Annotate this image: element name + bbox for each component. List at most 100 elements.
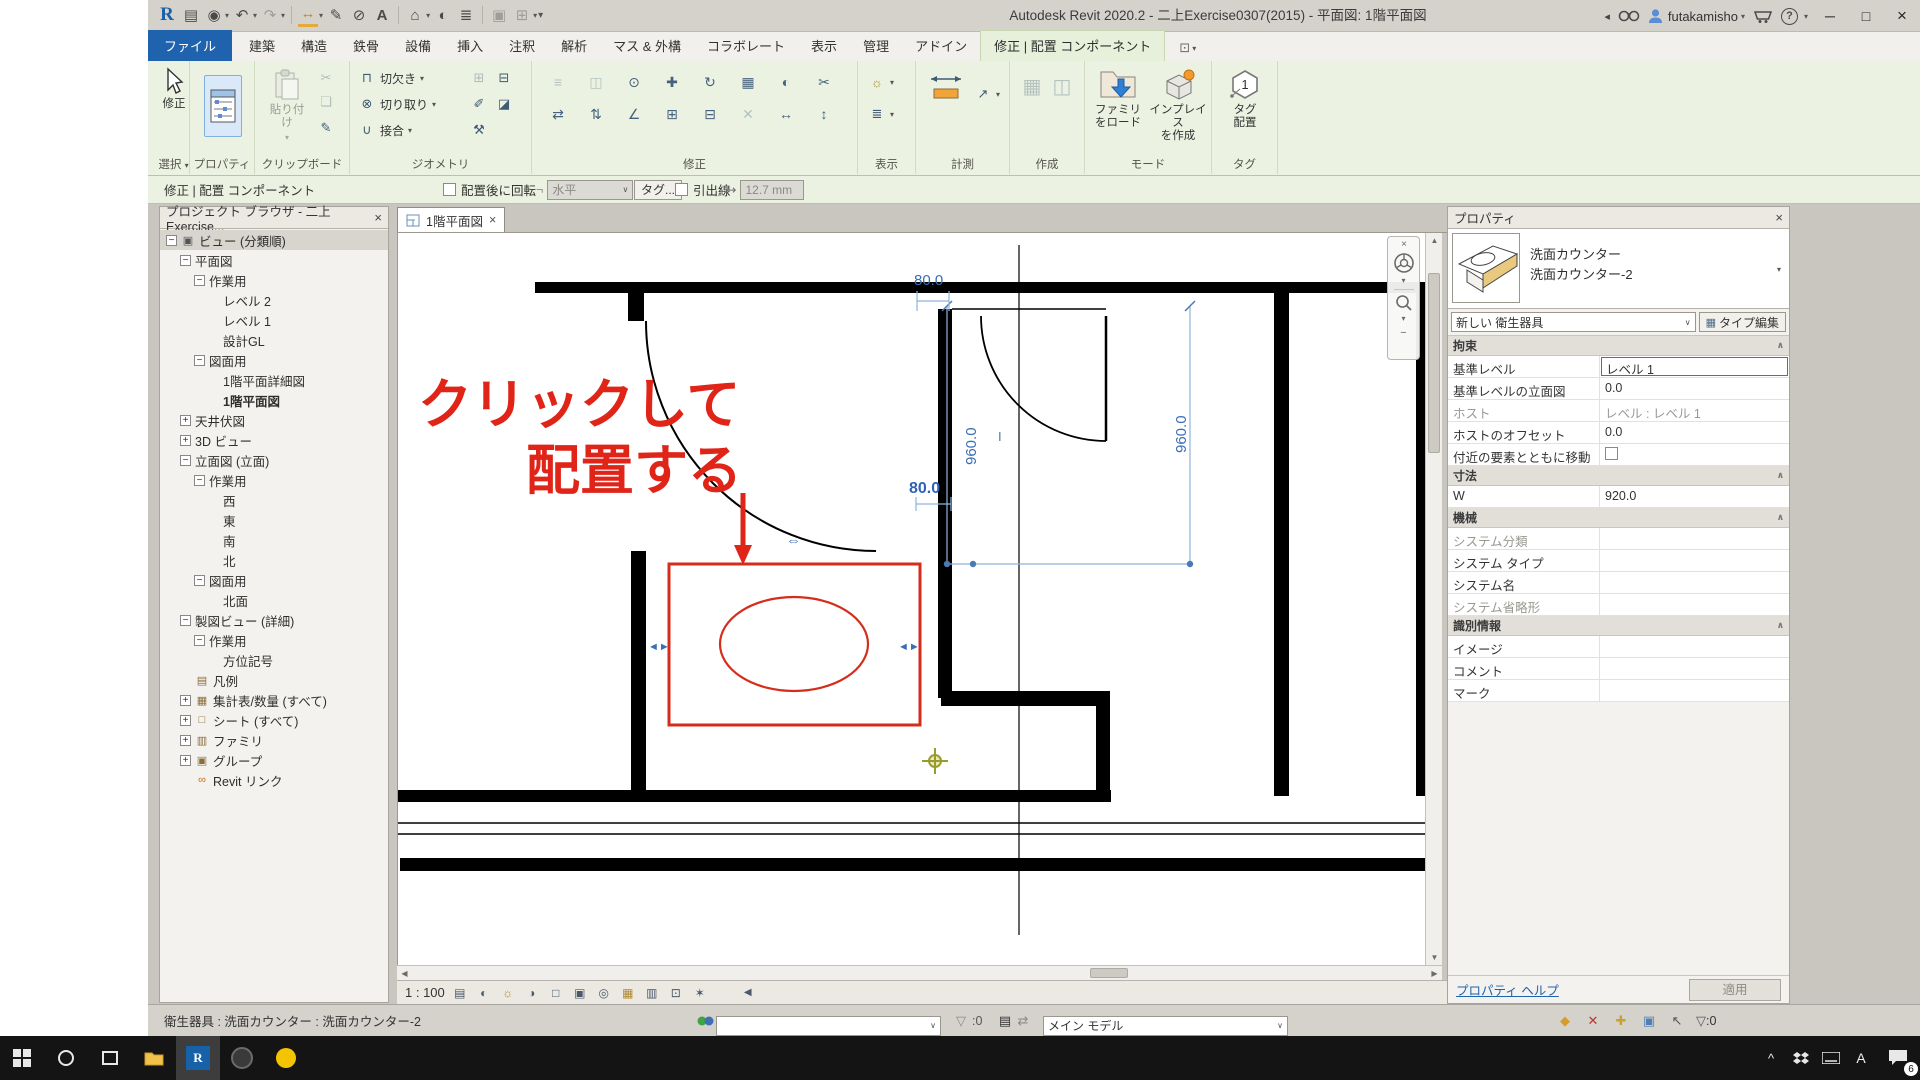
tree-item-working[interactable]: 作業用 bbox=[160, 270, 388, 290]
modify-tool-icon-cope[interactable]: ◫ bbox=[584, 71, 608, 93]
tree-item-legends[interactable]: ▤凡例 bbox=[160, 670, 388, 690]
beam-joins-icon[interactable]: ⊟ bbox=[495, 69, 513, 87]
vertical-scroll-thumb[interactable] bbox=[1428, 273, 1440, 453]
modify-tool-icon-pin[interactable]: ⊞ bbox=[660, 103, 684, 125]
tab-annotate[interactable]: 注釈 bbox=[496, 31, 548, 61]
level-input[interactable]: レベル 1 bbox=[1601, 357, 1788, 376]
modify-tool-icon-rotate[interactable]: ↻ bbox=[698, 71, 722, 93]
property-row[interactable]: 付近の要素とともに移動 bbox=[1448, 444, 1789, 466]
panel-select-label[interactable]: 選択 ▾ bbox=[158, 156, 189, 172]
dimension-caret-icon[interactable]: ▾ bbox=[319, 11, 323, 20]
property-row[interactable]: ホストレベル : レベル 1 bbox=[1448, 400, 1789, 422]
app-store-icon[interactable] bbox=[1753, 8, 1773, 24]
tree-item-sheets-use[interactable]: 図面用 bbox=[160, 350, 388, 370]
match-properties-icon[interactable]: ✎ bbox=[317, 119, 335, 137]
scroll-down-icon[interactable]: ▼ bbox=[1427, 950, 1442, 965]
text-icon[interactable]: A bbox=[372, 3, 392, 27]
tree-item-drafting-views[interactable]: 製図ビュー (詳細) bbox=[160, 610, 388, 630]
create-group-icon[interactable]: ▦ bbox=[1020, 75, 1044, 97]
collapse-toggle[interactable] bbox=[194, 355, 205, 366]
aligned-dimension-button[interactable] bbox=[924, 71, 968, 105]
undo-icon[interactable]: ↶ bbox=[232, 3, 252, 27]
design-option-combo[interactable]: メイン モデル ∨ bbox=[1043, 1016, 1288, 1036]
modify-tool-icon-mirror[interactable]: ◐ bbox=[774, 71, 798, 93]
property-row[interactable]: マーク bbox=[1448, 680, 1789, 702]
relinquish-icon[interactable]: ⇄ bbox=[1014, 1013, 1032, 1029]
account-menu[interactable]: futakamisho ▾ bbox=[1648, 8, 1745, 24]
steering-wheel-icon[interactable] bbox=[1393, 252, 1415, 274]
project-browser-close-icon[interactable]: × bbox=[374, 210, 382, 225]
property-row[interactable]: コメント bbox=[1448, 658, 1789, 680]
expand-toggle[interactable] bbox=[180, 695, 191, 706]
rotate-after-checkbox[interactable] bbox=[443, 183, 456, 196]
collapse-toggle[interactable] bbox=[166, 235, 177, 246]
select-by-face-toggle-icon[interactable]: ▣ bbox=[1640, 1013, 1658, 1029]
override-graphics-tool[interactable]: ≣▾ bbox=[868, 105, 894, 123]
collapse-toggle[interactable] bbox=[194, 635, 205, 646]
thin-lines-icon[interactable]: ≣ bbox=[456, 3, 476, 27]
modify-tool-icon-scale-h[interactable]: ↔ bbox=[774, 103, 798, 125]
show-crop-region-icon[interactable]: ▣ bbox=[571, 984, 589, 1002]
close-button[interactable]: × bbox=[1888, 3, 1916, 29]
tree-item-level1[interactable]: レベル 1 bbox=[160, 310, 388, 330]
moves-with-nearby-checkbox[interactable] bbox=[1605, 447, 1618, 460]
document-tab-1f-plan[interactable]: 1階平面図 × bbox=[397, 207, 505, 232]
default-3d-view-icon[interactable]: ⌂ bbox=[405, 3, 425, 27]
modify-tool-icon-trim[interactable]: ⇄ bbox=[546, 103, 570, 125]
file-explorer-button[interactable] bbox=[132, 1036, 176, 1080]
property-row[interactable]: システム分類 bbox=[1448, 528, 1789, 550]
visual-style-icon[interactable]: ◐ bbox=[475, 984, 493, 1002]
tree-item-elev-sheets[interactable]: 図面用 bbox=[160, 570, 388, 590]
navbar-collapse-icon[interactable]: − bbox=[1392, 327, 1416, 339]
modify-tool-icon-array[interactable]: ▦ bbox=[736, 71, 760, 93]
dim-grip[interactable] bbox=[944, 561, 950, 567]
load-family-button[interactable]: ファミリをロード bbox=[1091, 67, 1145, 130]
reveal-constraints-icon[interactable]: ✶ bbox=[691, 984, 709, 1002]
leader-checkbox[interactable] bbox=[675, 183, 688, 196]
model-inplace-button[interactable]: インプレイスを作成 bbox=[1149, 67, 1207, 143]
modify-tool-icon-offset[interactable]: ⊙ bbox=[622, 71, 646, 93]
panel-tag-label[interactable]: タグ bbox=[1212, 156, 1277, 172]
apply-button[interactable]: 適用 bbox=[1689, 979, 1781, 1001]
cut-clipboard-icon[interactable]: ✂ bbox=[317, 69, 335, 87]
revit-taskbar-button[interactable]: R bbox=[176, 1036, 220, 1080]
switch-windows-icon[interactable]: ⊞ bbox=[512, 3, 532, 27]
property-row[interactable]: W920.0 bbox=[1448, 486, 1789, 508]
section-collapse-icon[interactable]: ∧ bbox=[1777, 470, 1784, 481]
tag-by-category-icon[interactable]: ⊘ bbox=[349, 3, 369, 27]
collapse-toggle[interactable] bbox=[180, 255, 191, 266]
redo-icon[interactable]: ↷ bbox=[260, 3, 280, 27]
property-row[interactable]: イメージ bbox=[1448, 636, 1789, 658]
modify-tool-icon-delete[interactable]: ✕ bbox=[736, 103, 760, 125]
search-button[interactable] bbox=[44, 1036, 88, 1080]
qat-customize-icon[interactable]: ▾ bbox=[538, 10, 543, 21]
redo-caret-icon[interactable]: ▾ bbox=[281, 11, 285, 20]
canvas-horizontal-scrollbar[interactable]: ◀ ▶ bbox=[397, 965, 1442, 980]
wall-joins-icon[interactable]: ⊞ bbox=[470, 69, 488, 87]
zoom-menu-caret-icon[interactable]: ▾ bbox=[1392, 314, 1416, 323]
measure-tool[interactable]: ↗▾ bbox=[974, 85, 1000, 103]
tab-manage[interactable]: 管理 bbox=[850, 31, 902, 61]
join-tool[interactable]: ∪ 接合▾ bbox=[358, 121, 412, 139]
tree-item-elev-working[interactable]: 作業用 bbox=[160, 470, 388, 490]
paste-button[interactable]: 貼り付け ▾ bbox=[265, 69, 309, 142]
tree-item-sheets[interactable]: □シート (すべて) bbox=[160, 710, 388, 730]
dim-grip[interactable] bbox=[1187, 561, 1193, 567]
modify-pulldown[interactable]: ⊡▾ bbox=[1179, 40, 1196, 61]
scroll-left-icon[interactable]: ◀ bbox=[397, 966, 412, 981]
panel-mode-label[interactable]: モード bbox=[1085, 156, 1211, 172]
dim-grip-handle[interactable]: I bbox=[998, 429, 1002, 444]
dimension-icon[interactable]: ↔ bbox=[298, 3, 318, 27]
temporary-view-properties-icon[interactable]: ⊡ bbox=[667, 984, 685, 1002]
dim-text-top[interactable]: 80.0 bbox=[914, 272, 943, 289]
property-row[interactable]: システム省略形 bbox=[1448, 594, 1789, 616]
tree-item-drafting-working[interactable]: 作業用 bbox=[160, 630, 388, 650]
tree-item-level2[interactable]: レベル 2 bbox=[160, 290, 388, 310]
modify-tool-icon-move[interactable]: ✚ bbox=[660, 71, 684, 93]
tab-systems[interactable]: 設備 bbox=[392, 31, 444, 61]
section-collapse-icon[interactable]: ∧ bbox=[1777, 620, 1784, 631]
touch-keyboard-icon[interactable] bbox=[1816, 1036, 1846, 1080]
demolish-icon[interactable]: ⚒ bbox=[470, 121, 488, 139]
property-row[interactable]: システム名 bbox=[1448, 572, 1789, 594]
browser-button[interactable] bbox=[220, 1036, 264, 1080]
